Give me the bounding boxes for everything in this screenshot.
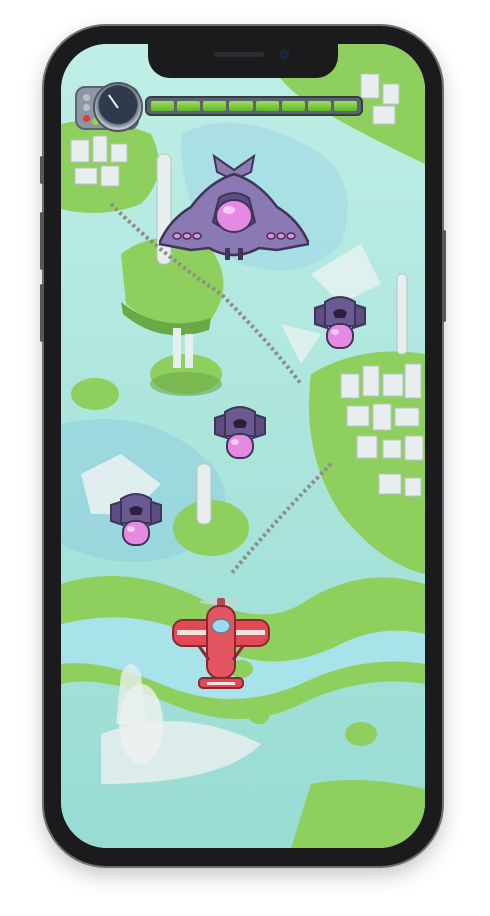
purple-drone-icon [314,296,366,349]
health-bar [145,96,363,116]
health-segment [255,101,279,111]
indicator-light [83,104,90,111]
purple-drone-icon [214,406,266,459]
speedometer-icon [93,82,143,132]
red-indicator-light [83,115,90,122]
health-segment [307,101,331,111]
health-segment [281,101,305,111]
hud-panel [75,82,365,134]
volume-down-button [40,284,44,342]
game-screen[interactable] [61,44,425,848]
indicator-light [83,94,90,101]
purple-drone-icon [110,493,162,546]
health-segment [203,101,227,111]
red-biplane-icon[interactable] [171,596,271,696]
mute-switch [40,156,44,184]
gauge-needle [108,94,119,109]
phone-notch [148,44,338,78]
earpiece-speaker [214,52,264,57]
health-segment [333,101,357,111]
volume-up-button [40,212,44,270]
power-button [442,230,446,322]
health-segment [229,101,253,111]
health-segment [177,101,201,111]
front-camera [280,50,289,59]
purple-mothership-icon [159,153,309,260]
health-segment [151,101,175,111]
